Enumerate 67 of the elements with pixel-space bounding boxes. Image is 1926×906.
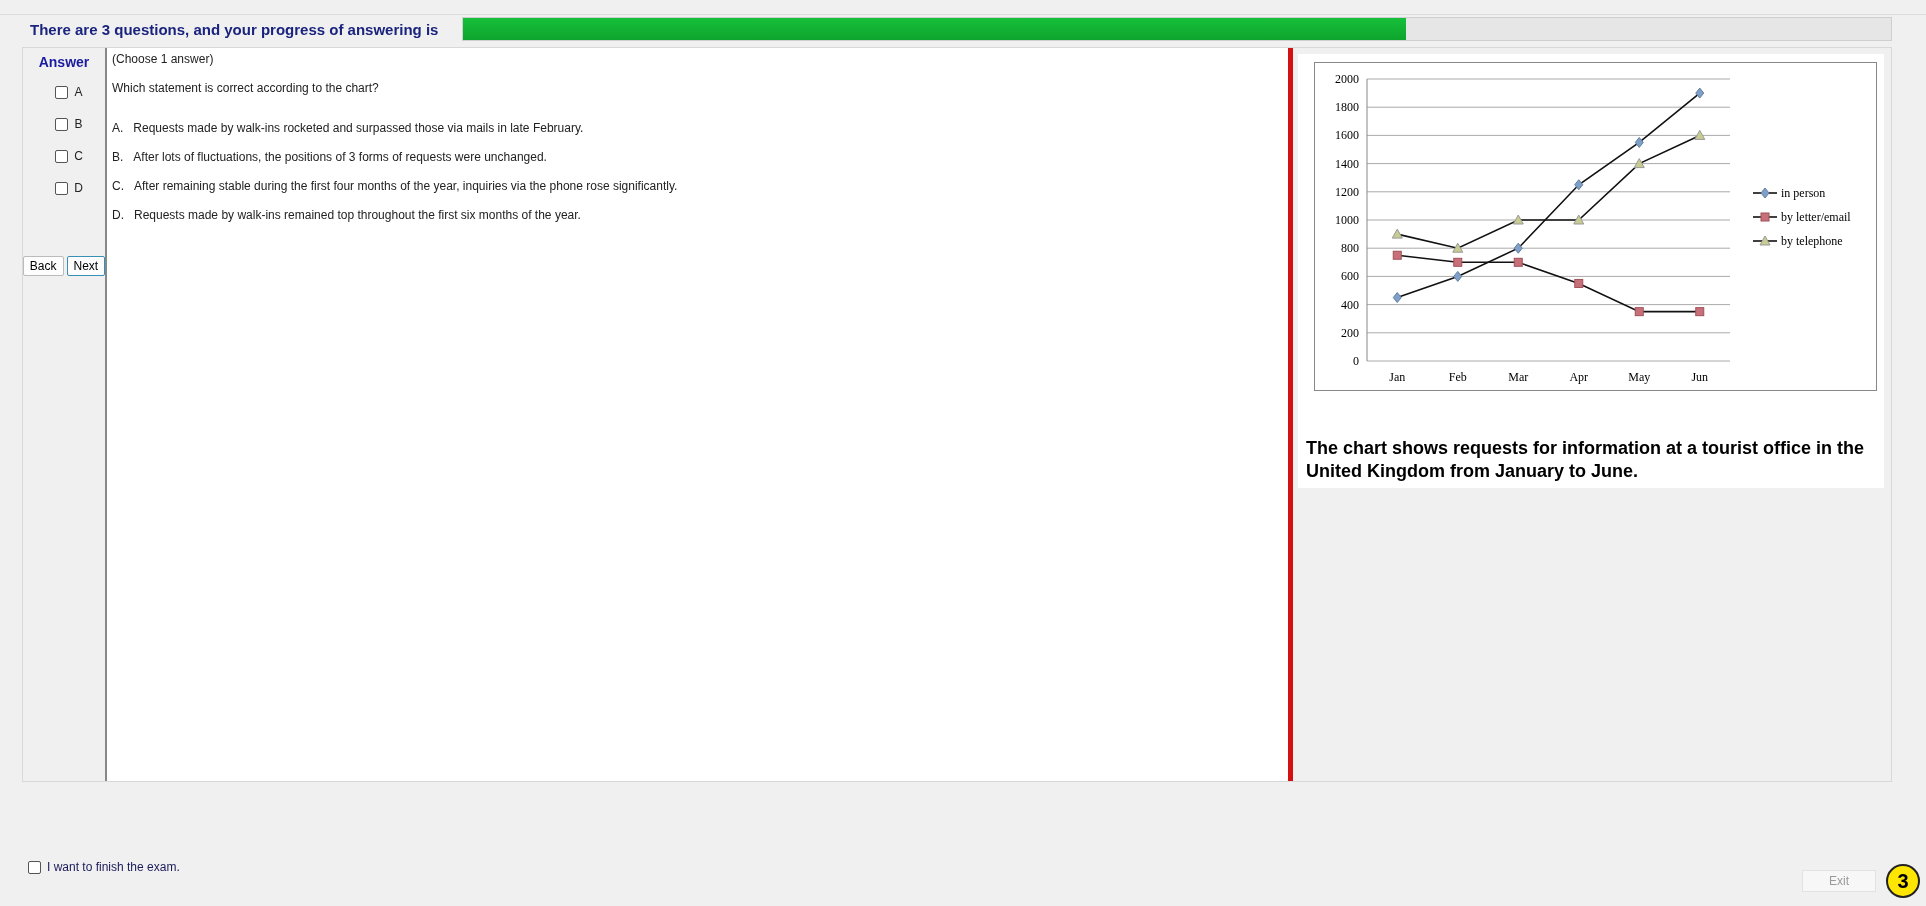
choice-letter: A. — [112, 121, 124, 135]
checkbox[interactable] — [55, 117, 69, 131]
x-tick-label: Jan — [1389, 370, 1406, 384]
figure-caption: The chart shows requests for information at a tourist office in the United Kingdom from January to June. — [1306, 437, 1866, 484]
checkbox[interactable] — [28, 860, 41, 874]
progress-text: There are 3 questions, and your progress of answering is — [30, 20, 439, 38]
option-label: D — [74, 181, 83, 195]
y-tick-label: 1600 — [1335, 128, 1359, 143]
legend-label: by telephone — [1781, 234, 1843, 248]
checkbox[interactable] — [55, 85, 69, 99]
checkbox[interactable] — [55, 181, 69, 195]
point — [1695, 307, 1705, 317]
y-tick-label: 800 — [1341, 241, 1359, 256]
point — [1634, 136, 1644, 148]
y-tick-label: 2000 — [1335, 72, 1359, 86]
choice-text: After lots of fluctuations, the positions of 3 forms of requests were unchanged. — [133, 150, 547, 164]
point — [1512, 214, 1524, 225]
point — [1452, 242, 1464, 253]
y-tick-label: 1400 — [1335, 156, 1359, 171]
next-button[interactable]: Next — [66, 256, 106, 276]
number-badge: 3 — [1886, 864, 1920, 898]
point — [1392, 292, 1402, 304]
point — [1634, 307, 1644, 317]
option-label: C — [74, 149, 83, 163]
point — [1513, 257, 1523, 267]
option-label: A — [74, 85, 83, 99]
point — [1574, 278, 1584, 288]
x-tick-label: May — [1628, 370, 1651, 384]
x-tick-label: Apr — [1569, 370, 1589, 384]
y-tick-label: 600 — [1341, 269, 1359, 284]
finish-label: I want to finish the exam. — [47, 860, 180, 874]
x-tick-label: Jun — [1691, 370, 1709, 384]
y-tick-label: 1200 — [1335, 184, 1359, 199]
choice-text: Requests made by walk-ins rocketed and surpassed those via mails in late February. — [133, 121, 584, 135]
x-tick-label: Feb — [1448, 370, 1467, 384]
point — [1453, 257, 1463, 267]
legend-swatch — [1752, 212, 1778, 222]
legend-swatch — [1752, 235, 1778, 246]
y-tick-label: 1000 — [1335, 213, 1359, 227]
legend-label: in person — [1781, 186, 1826, 200]
choice-letter: B. — [112, 150, 124, 164]
legend-swatch — [1752, 187, 1778, 199]
y-tick-label: 200 — [1341, 325, 1359, 340]
point — [1513, 242, 1523, 254]
legend-label: by letter/email — [1781, 210, 1851, 224]
answer-heading: Answer — [38, 54, 90, 70]
point — [1573, 214, 1585, 225]
choice-letter: D. — [112, 208, 124, 222]
question-text: Which statement is correct according to the chart? — [112, 81, 380, 95]
point — [1633, 158, 1645, 169]
point — [1694, 129, 1706, 140]
y-tick-label: 1800 — [1335, 100, 1359, 115]
choice-text: Requests made by walk-ins remained top throughout the first six months of the year. — [134, 208, 581, 222]
point — [1574, 179, 1584, 191]
y-tick-label: 0 — [1353, 354, 1359, 368]
point — [1453, 270, 1463, 282]
option-label: B — [74, 117, 83, 131]
checkbox[interactable] — [55, 149, 69, 163]
y-tick-label: 400 — [1341, 297, 1359, 312]
choice-text: After remaining stable during the first four months of the year, inquiries via the phone rose significantly. — [134, 179, 678, 193]
x-tick-label: Mar — [1508, 370, 1529, 384]
instruction-text: (Choose 1 answer) — [112, 52, 215, 66]
choice-letter: C. — [112, 179, 124, 193]
point — [1392, 250, 1402, 260]
point — [1695, 87, 1705, 99]
back-button[interactable]: Back — [22, 256, 64, 276]
point — [1391, 228, 1403, 239]
